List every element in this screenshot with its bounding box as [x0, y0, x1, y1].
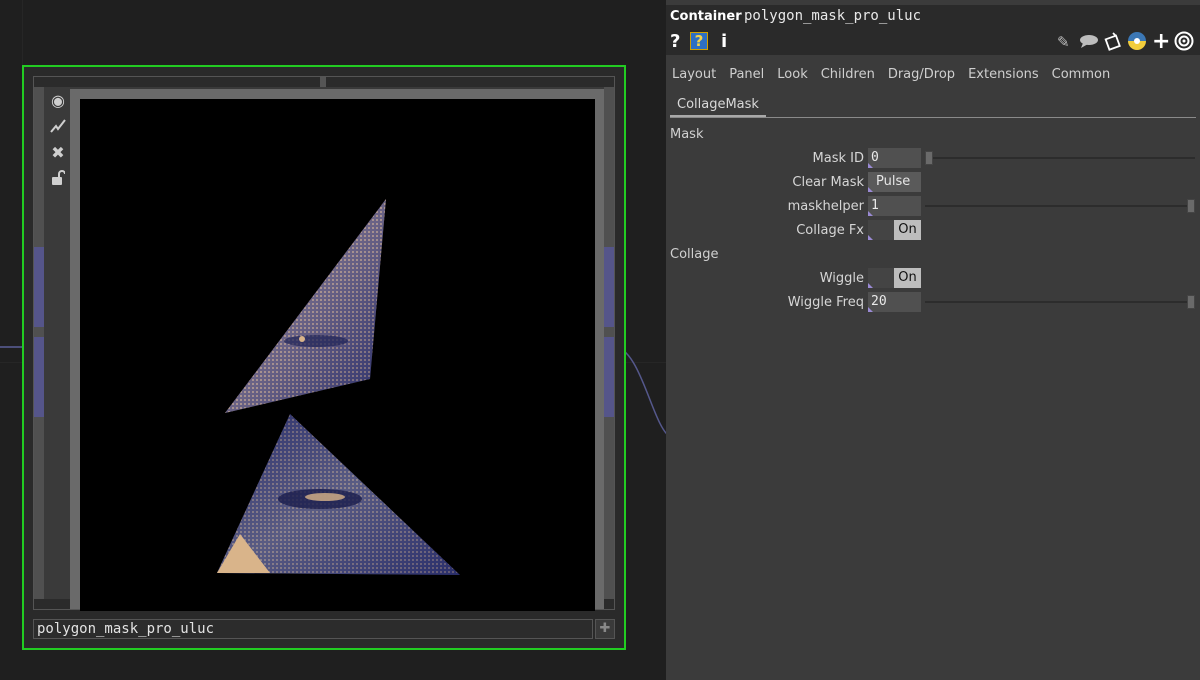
target-icon[interactable]: ◉: [46, 87, 70, 113]
tab-layout[interactable]: Layout: [672, 66, 716, 83]
param-wiggle-freq: Wiggle Freq 20: [666, 292, 1200, 314]
input-connector[interactable]: [34, 87, 44, 599]
node-body: ◉ ✖: [33, 76, 615, 611]
param-maskhelper: maskhelper 1: [666, 196, 1200, 218]
tab-panel[interactable]: Panel: [729, 66, 764, 83]
param-label: Wiggle Freq: [787, 295, 864, 310]
mask-id-field[interactable]: 0: [868, 148, 921, 168]
mask-id-slider[interactable]: [925, 157, 1195, 159]
wiggle-freq-value: 20: [871, 294, 887, 309]
node-name-label[interactable]: polygon_mask_pro_uluc: [33, 619, 593, 639]
toggle-state: On: [894, 220, 921, 240]
maskhelper-slider-knob[interactable]: [1187, 199, 1195, 213]
help-icon[interactable]: ?: [670, 31, 680, 53]
param-mask-id: Mask ID 0: [666, 148, 1200, 170]
op-type-label: Container: [670, 9, 742, 24]
plus-icon[interactable]: ✚: [595, 619, 615, 639]
parameter-panel: Container polygon_mask_pro_uluc ? ? i ✎ …: [666, 0, 1200, 680]
panel-icon-row: ? ? i ✎ +: [666, 29, 1200, 55]
info-icon[interactable]: i: [721, 31, 727, 53]
unlock-icon[interactable]: [46, 165, 70, 191]
tab-collagemask[interactable]: CollageMask: [670, 95, 766, 117]
wiggle-freq-slider-knob[interactable]: [1187, 295, 1195, 309]
parameter-tabs: Layout Panel Look Children Drag/Drop Ext…: [672, 66, 1123, 83]
viewer-toolbar: ◉ ✖: [46, 87, 70, 197]
container-node[interactable]: ◉ ✖ polygon_mask_pro_uluc ✚: [22, 65, 626, 650]
tab-children[interactable]: Children: [821, 66, 875, 83]
comment-icon[interactable]: [1079, 31, 1099, 53]
pulse-icon[interactable]: [46, 113, 70, 139]
panel-header: Container polygon_mask_pro_uluc: [666, 5, 1200, 29]
close-icon[interactable]: ✖: [46, 139, 70, 165]
tab-drag-drop[interactable]: Drag/Drop: [888, 66, 955, 83]
maskhelper-slider[interactable]: [925, 205, 1195, 207]
tab-divider: [670, 117, 1196, 118]
add-icon[interactable]: +: [1152, 31, 1170, 53]
toggle-state: On: [894, 268, 921, 288]
maskhelper-field[interactable]: 1: [868, 196, 921, 216]
wiggle-freq-field[interactable]: 20: [868, 292, 921, 312]
param-label: Collage Fx: [796, 223, 864, 238]
tab-look[interactable]: Look: [777, 66, 807, 83]
grid-line: [22, 0, 23, 65]
wiggle-freq-slider[interactable]: [925, 301, 1195, 303]
param-clear-mask: Clear Mask Pulse: [666, 172, 1200, 194]
param-label: Mask ID: [812, 151, 864, 166]
op-name-field[interactable]: polygon_mask_pro_uluc: [744, 8, 921, 24]
viewer-canvas[interactable]: [80, 99, 595, 611]
param-label: Clear Mask: [792, 175, 864, 190]
param-label: maskhelper: [787, 199, 864, 214]
section-collage-title: Collage: [670, 247, 719, 262]
pencil-icon[interactable]: ✎: [1057, 31, 1070, 53]
param-wiggle: Wiggle On: [666, 268, 1200, 290]
op-help-icon[interactable]: ?: [690, 32, 708, 50]
tab-extensions[interactable]: Extensions: [968, 66, 1039, 83]
network-editor[interactable]: ◉ ✖ polygon_mask_pro_uluc ✚: [0, 0, 672, 680]
mask-id-slider-knob[interactable]: [925, 151, 933, 165]
wiggle-toggle[interactable]: On: [868, 268, 921, 288]
python-icon[interactable]: [1127, 31, 1147, 53]
viewer-icon[interactable]: [1174, 31, 1194, 53]
clear-mask-pulse-button[interactable]: Pulse: [868, 172, 921, 192]
param-collage-fx: Collage Fx On: [666, 220, 1200, 242]
clone-icon[interactable]: [1103, 31, 1123, 53]
collage-fx-toggle[interactable]: On: [868, 220, 921, 240]
pulse-label: Pulse: [876, 174, 911, 189]
output-connector[interactable]: [604, 87, 614, 599]
param-label: Wiggle: [819, 271, 864, 286]
masked-image: [217, 199, 460, 575]
node-top-bar: [34, 77, 614, 87]
tab-common[interactable]: Common: [1052, 66, 1111, 83]
section-mask-title: Mask: [670, 127, 704, 142]
